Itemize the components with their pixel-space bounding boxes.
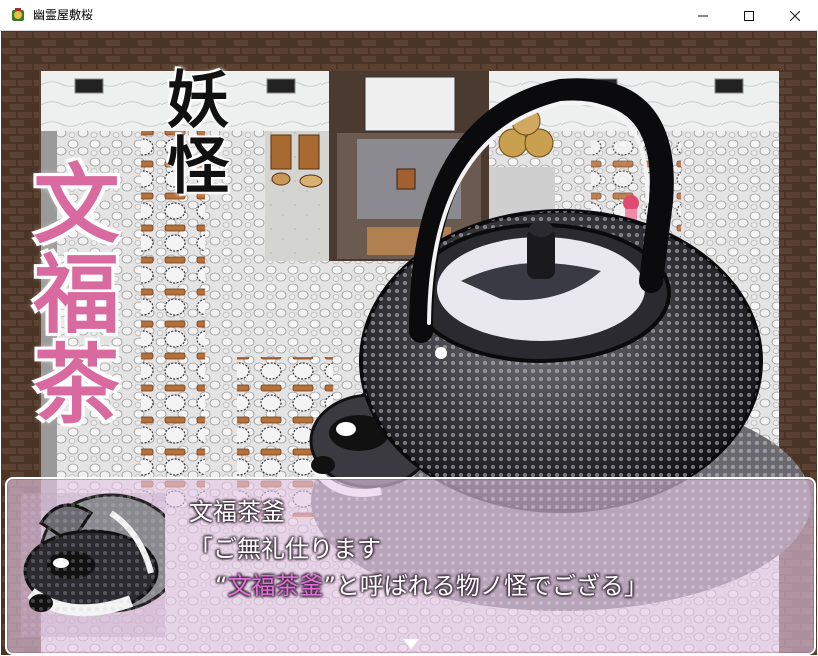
game-app-icon xyxy=(12,8,24,21)
title-yokai: 妖怪 xyxy=(156,67,229,199)
pause-arrow-icon[interactable] xyxy=(403,639,419,649)
dialogue-line-1: 「ご無礼仕ります xyxy=(189,535,381,563)
dialogue-line-2-rest: ”と呼ばれる物ノ怪でござる」 xyxy=(323,572,648,600)
dialogue-highlight: 文福茶釜 xyxy=(227,572,324,600)
maximize-button[interactable] xyxy=(726,0,772,31)
message-window[interactable]: 文福茶釜 「ご無礼仕ります “文福茶釜”と呼ばれる物ノ怪でござる」 xyxy=(5,477,816,655)
maximize-icon xyxy=(744,10,754,21)
game-viewport[interactable]: 妖怪 文福茶 文福茶釜 「ご無礼仕ります “文福茶釜”と呼ばれる物ノ怪でござる」 xyxy=(1,31,817,655)
speaker-name: 文福茶釜 xyxy=(189,498,285,526)
tanuki-face-icon xyxy=(21,493,165,637)
window-title: 幽霊屋敷桜 xyxy=(33,8,94,22)
dialogue-quote-open: “ xyxy=(215,572,228,600)
dialogue-line-2: “文福茶釜”と呼ばれる物ノ怪でござる」 xyxy=(215,571,648,601)
minimize-icon xyxy=(698,15,708,16)
title-bunbuku-chagama: 文福茶 xyxy=(18,159,119,429)
minimize-button[interactable] xyxy=(680,0,726,31)
speaker-portrait xyxy=(21,493,165,637)
window-titlebar[interactable]: 幽霊屋敷桜 xyxy=(0,0,818,31)
close-icon xyxy=(790,10,800,21)
close-button[interactable] xyxy=(772,0,818,31)
